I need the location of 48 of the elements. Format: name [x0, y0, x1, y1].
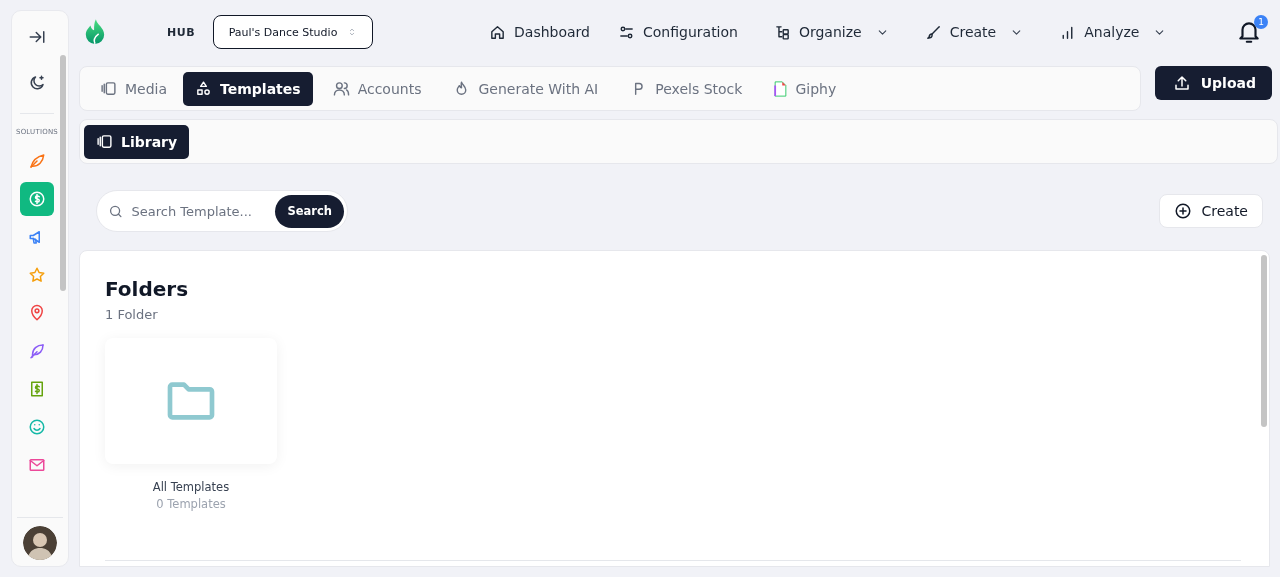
tab[interactable]: Generate With AI	[437, 71, 611, 106]
star-icon	[28, 266, 46, 284]
tab[interactable]: Media	[84, 71, 180, 106]
sidebar-item[interactable]	[20, 182, 54, 216]
nav-item[interactable]: Configuration	[606, 17, 750, 47]
mail-icon	[28, 456, 46, 474]
folder-template-count: 0 Templates	[156, 497, 226, 511]
hub-label: HUB	[167, 25, 196, 39]
users-icon	[332, 80, 350, 97]
media-icon	[96, 133, 113, 150]
leaf-icon	[28, 152, 46, 170]
upload-button[interactable]: Upload	[1154, 66, 1272, 100]
moon-icon	[28, 74, 46, 92]
notification-badge: 1	[1254, 15, 1268, 29]
media-icon	[100, 80, 117, 97]
tab[interactable]: Pexels Stock	[614, 71, 755, 106]
home-icon	[489, 23, 507, 41]
upload-icon	[1172, 74, 1191, 92]
studio-select[interactable]: Paul's Dance Studio	[213, 15, 374, 49]
feather-icon	[28, 342, 46, 360]
dollar-icon	[28, 190, 46, 208]
location-pin-icon	[28, 304, 46, 322]
add-circle-icon	[1174, 202, 1193, 220]
smiley-icon	[28, 418, 46, 436]
create-button[interactable]: Create	[1159, 194, 1263, 228]
section-title: Folders	[105, 277, 190, 301]
search-field[interactable]: Search Template... Search	[96, 190, 348, 232]
nav-item[interactable]: Analyze	[1047, 17, 1179, 47]
user-avatar[interactable]	[23, 526, 57, 560]
nav-item[interactable]: Dashboard	[477, 17, 602, 47]
brush-icon	[924, 23, 942, 41]
dollar-bill-icon	[28, 380, 46, 398]
tab[interactable]: Templates	[183, 71, 313, 106]
bell-icon	[1236, 19, 1262, 45]
folder-count: 1 Folder	[105, 307, 159, 322]
search-button[interactable]: Search	[275, 194, 344, 228]
flame-logo-icon	[84, 18, 106, 46]
collapse-icon	[28, 28, 46, 46]
folder-name: All Templates	[152, 480, 230, 494]
tab[interactable]: Accounts	[316, 71, 434, 106]
hierarchy-icon	[773, 23, 791, 41]
tab[interactable]: Library	[84, 124, 190, 159]
shapes-icon	[195, 80, 213, 97]
nav-item[interactable]: Create	[912, 17, 1036, 47]
file-icon	[774, 80, 788, 97]
tab[interactable]: Giphy	[758, 71, 849, 106]
folder-tile[interactable]	[105, 338, 277, 464]
nav-item[interactable]: Organize	[761, 17, 901, 47]
